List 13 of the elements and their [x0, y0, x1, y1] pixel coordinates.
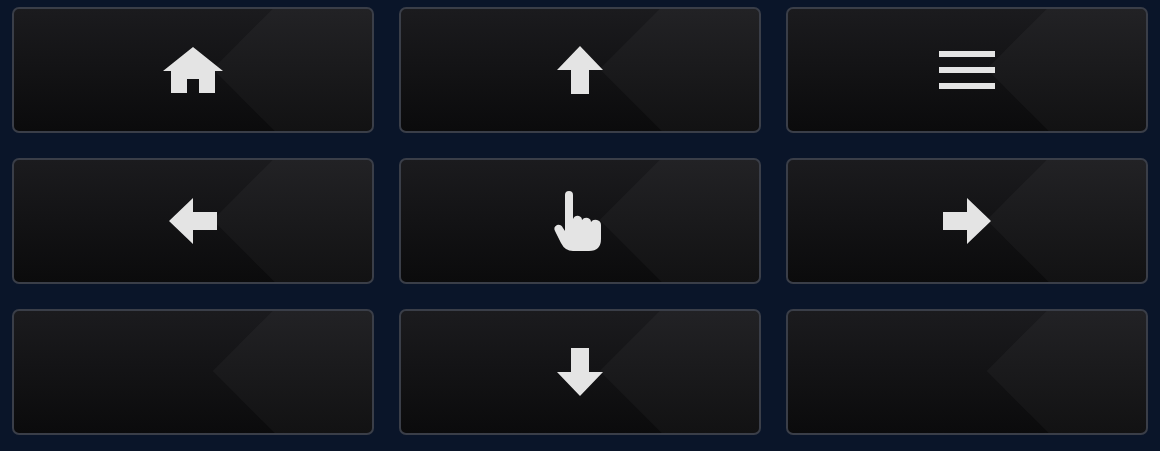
remote-button[interactable]	[12, 158, 374, 284]
remote-button[interactable]	[786, 7, 1148, 133]
remote-button[interactable]	[12, 7, 374, 133]
up-arrow-icon	[557, 46, 603, 94]
remote-button[interactable]	[399, 7, 761, 133]
down-arrow-icon	[557, 348, 603, 396]
menu-icon	[939, 51, 995, 89]
remote-button[interactable]	[786, 158, 1148, 284]
remote-button[interactable]	[399, 309, 761, 435]
left-arrow-icon	[169, 198, 217, 244]
remote-button[interactable]	[399, 158, 761, 284]
right-arrow-icon	[943, 198, 991, 244]
home-icon	[163, 47, 223, 93]
